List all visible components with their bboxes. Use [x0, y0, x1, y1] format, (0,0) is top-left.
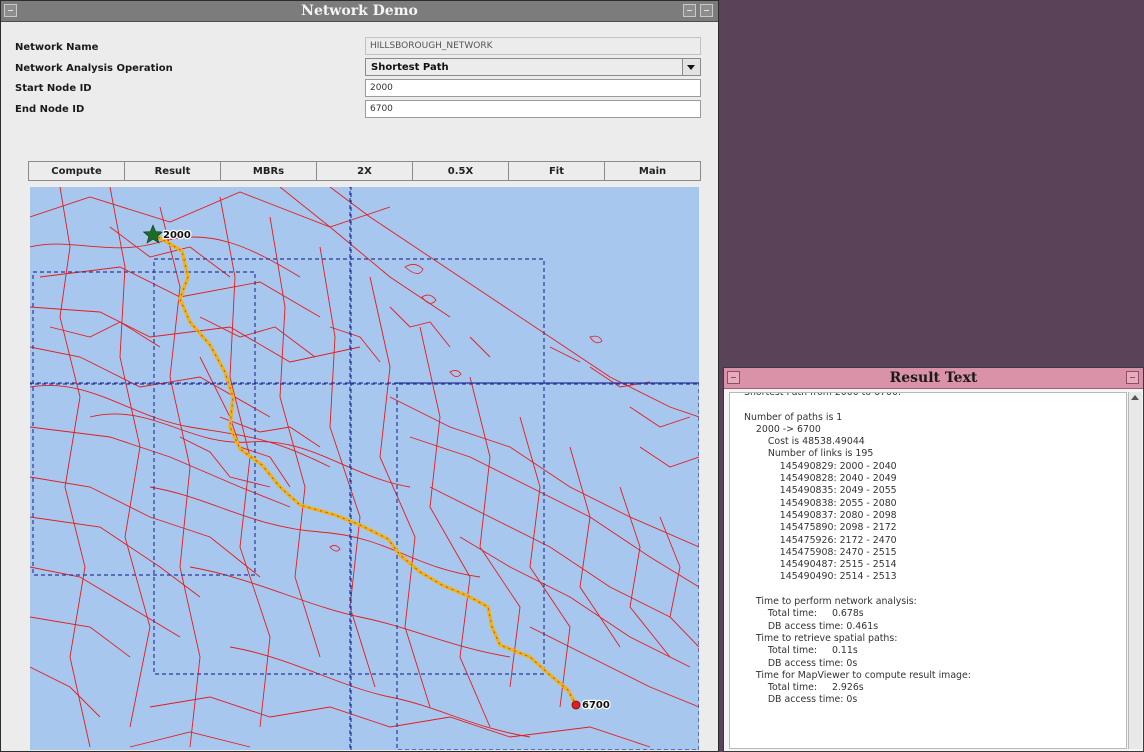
result-line: Time for MapViewer to compute result ima… — [744, 669, 971, 681]
toolbar: Compute Result MBRs 2X 0.5X Fit Main — [28, 161, 701, 181]
result-window-title: Result Text — [889, 370, 978, 386]
end-node-map-label: 6700 — [582, 700, 610, 711]
maximize-icon[interactable] — [700, 4, 713, 17]
result-button[interactable]: Result — [124, 161, 220, 181]
operation-selected-value: Shortest Path — [371, 62, 449, 73]
result-line — [744, 584, 971, 596]
title-bar[interactable]: Network Demo — [1, 1, 718, 22]
result-line: 145490837: 2080 - 2098 — [744, 509, 897, 521]
result-text-window: Result Text Shortest Path from 2000 to 6… — [723, 367, 1144, 752]
result-line: Shortest Path from 2000 to 6700: — [744, 392, 902, 398]
result-text-area[interactable]: Shortest Path from 2000 to 6700: Number … — [729, 392, 1127, 749]
minimize-icon[interactable] — [1126, 371, 1139, 384]
zoom-out-half-button[interactable]: 0.5X — [412, 161, 508, 181]
result-line: 145490835: 2049 - 2055 — [744, 485, 897, 497]
map-canvas[interactable]: 2000 6700 — [30, 187, 699, 750]
compute-button[interactable]: Compute — [28, 161, 124, 181]
result-line: 145475890: 2098 - 2172 — [744, 522, 897, 534]
start-node-label: Start Node ID — [15, 83, 92, 94]
result-line: 2000 -> 6700 — [744, 423, 821, 435]
result-line: 145490838: 2055 - 2080 — [744, 497, 897, 509]
fit-button[interactable]: Fit — [508, 161, 604, 181]
result-line: Time to perform network analysis: — [744, 596, 917, 608]
result-line: Number of links is 195 — [744, 448, 874, 460]
result-line: DB access time: 0.461s — [744, 620, 879, 632]
result-line: Total time: 2.926s — [744, 682, 864, 694]
mbrs-button[interactable]: MBRs — [220, 161, 316, 181]
result-line: Total time: 0.678s — [744, 608, 864, 620]
start-node-map-label: 2000 — [163, 230, 191, 241]
result-text-content: Shortest Path from 2000 to 6700: Number … — [744, 392, 971, 707]
operation-dropdown[interactable]: Shortest Path — [365, 58, 701, 76]
result-line: Time to retrieve spatial paths: — [744, 632, 898, 644]
result-line: Cost is 48538.49044 — [744, 436, 865, 448]
main-button[interactable]: Main — [604, 161, 701, 181]
result-line: 145475926: 2172 - 2470 — [744, 534, 897, 546]
result-line: Number of paths is 1 — [744, 411, 843, 423]
result-line — [744, 399, 971, 411]
map-view[interactable]: 2000 6700 — [30, 187, 699, 750]
scroll-up-icon[interactable] — [1131, 395, 1139, 400]
chevron-down-icon[interactable] — [682, 59, 700, 75]
result-line: DB access time: 0s — [744, 694, 858, 706]
window-title: Network Demo — [301, 3, 418, 19]
result-line: Total time: 0.11s — [744, 645, 858, 657]
network-name-field: HILLSBOROUGH_NETWORK — [365, 37, 701, 55]
start-node-input[interactable]: 2000 — [365, 79, 701, 97]
result-line: 145490487: 2515 - 2514 — [744, 559, 897, 571]
result-line: 145475908: 2470 - 2515 — [744, 546, 897, 558]
network-demo-window: Network Demo Network Name HILLSBOROUGH_N… — [0, 0, 719, 752]
result-line: 145490828: 2040 - 2049 — [744, 473, 897, 485]
operation-label: Network Analysis Operation — [15, 63, 173, 74]
result-line: 145490829: 2000 - 2040 — [744, 460, 897, 472]
result-line: 145490490: 2514 - 2513 — [744, 571, 897, 583]
result-line: DB access time: 0s — [744, 657, 858, 669]
zoom-in-2x-button[interactable]: 2X — [316, 161, 412, 181]
end-node-label: End Node ID — [15, 104, 85, 115]
end-node-input[interactable]: 6700 — [365, 100, 701, 118]
result-title-bar[interactable]: Result Text — [724, 368, 1143, 389]
dot-icon — [571, 700, 581, 710]
network-name-label: Network Name — [15, 42, 99, 53]
minimize-icon[interactable] — [683, 4, 696, 17]
vertical-scrollbar[interactable] — [1128, 392, 1142, 749]
